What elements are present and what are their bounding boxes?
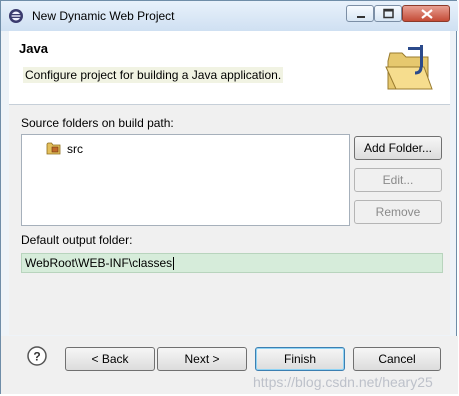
output-folder-label: Default output folder:: [21, 233, 133, 247]
output-folder-value: WebRoot\WEB-INF\classes: [25, 256, 173, 270]
remove-button[interactable]: Remove: [354, 200, 442, 224]
wizard-banner: Java Configure project for building a Ja…: [9, 31, 450, 105]
add-folder-button[interactable]: Add Folder...: [354, 136, 442, 160]
next-button[interactable]: Next >: [157, 347, 247, 371]
page-title: Java: [19, 41, 48, 56]
back-button[interactable]: < Back: [65, 347, 155, 371]
content-area: Source folders on build path: src Add Fo…: [9, 105, 450, 335]
java-folder-icon: [384, 43, 436, 95]
svg-text:?: ?: [33, 350, 40, 364]
source-folders-list[interactable]: src: [21, 134, 350, 226]
dialog-window: New Dynamic Web Project Java Configure p…: [0, 0, 458, 394]
close-button[interactable]: [402, 5, 450, 22]
watermark-text: https://blog.csdn.net/heary25: [253, 374, 433, 390]
text-caret: [173, 257, 175, 271]
list-item-label: src: [67, 142, 83, 156]
minimize-button[interactable]: [346, 5, 374, 22]
button-bar: ? < Back Next > Finish Cancel https://bl…: [1, 336, 458, 394]
window-title: New Dynamic Web Project: [32, 9, 175, 23]
list-item[interactable]: src: [46, 141, 83, 157]
cancel-button[interactable]: Cancel: [353, 347, 441, 371]
eclipse-icon: [8, 8, 24, 24]
output-folder-field[interactable]: WebRoot\WEB-INF\classes: [21, 253, 443, 273]
maximize-button[interactable]: [374, 5, 402, 22]
help-icon[interactable]: ?: [27, 346, 47, 366]
finish-button[interactable]: Finish: [255, 347, 345, 371]
source-folders-label: Source folders on build path:: [21, 116, 174, 130]
package-folder-icon: [46, 141, 62, 158]
page-description: Configure project for building a Java ap…: [23, 67, 284, 83]
edit-button[interactable]: Edit...: [354, 168, 442, 192]
title-bar[interactable]: New Dynamic Web Project: [1, 1, 458, 31]
